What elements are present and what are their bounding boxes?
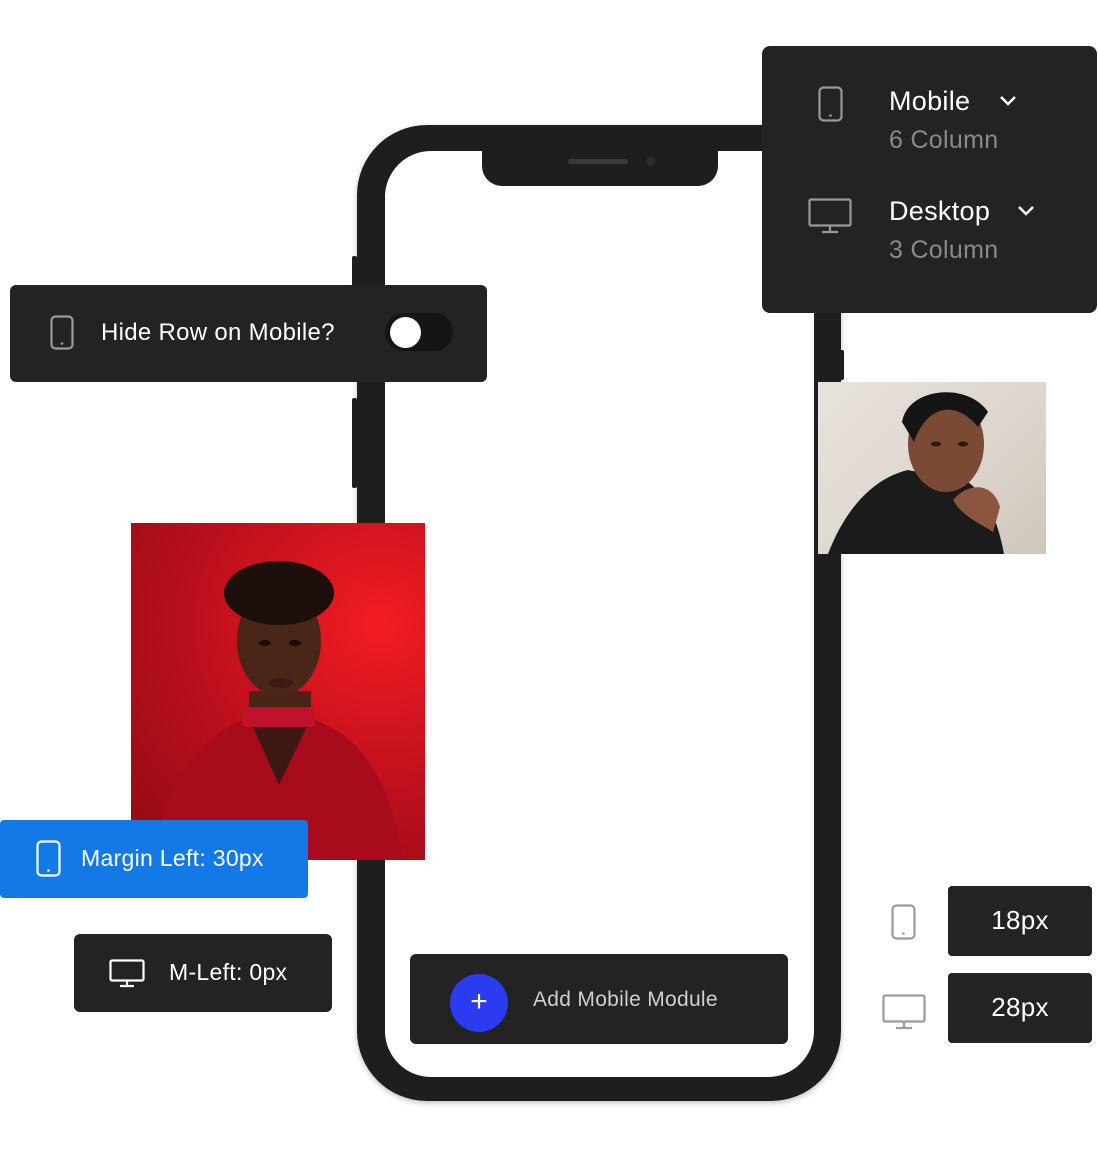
device-column-panel: Mobile 6 Column Desktop 3 Column [762,46,1097,313]
mobile-size-value: 18px [991,905,1049,935]
mobile-size-value-box[interactable]: 18px [948,886,1092,956]
mobile-margin-label: Margin Left: 30px [81,845,264,871]
hide-row-label: Hide Row on Mobile? [101,319,335,346]
desktop-margin-label: M-Left: 0px [169,959,288,985]
add-module-label: Add Mobile Module [533,988,718,1011]
mobile-column-count: 6 Column [889,126,999,154]
mobile-device-label: Mobile [889,86,971,116]
desktop-margin-setting[interactable]: M-Left: 0px [74,934,332,1012]
phone-speaker [568,159,628,164]
phone-power-button [839,350,844,380]
desktop-device-dropdown[interactable]: Desktop [889,196,1069,228]
portrait-photo-beige [818,382,1046,554]
phone-volume-button [352,398,357,488]
desktop-size-value-box[interactable]: 28px [948,973,1092,1043]
smartphone-icon [891,904,916,940]
portrait-photo-red [131,523,425,860]
chevron-down-icon [1017,205,1035,217]
mobile-margin-setting[interactable]: Margin Left: 30px [0,820,308,898]
hide-row-toggle[interactable] [385,313,453,351]
monitor-icon [882,994,926,1030]
add-module-button[interactable]: + [450,974,508,1032]
add-mobile-module-bar[interactable]: + Add Mobile Module [410,954,788,1044]
mobile-device-dropdown[interactable]: Mobile [889,86,1059,118]
smartphone-icon [818,86,843,122]
desktop-device-label: Desktop [889,196,991,226]
hide-row-panel: Hide Row on Mobile? [10,285,487,382]
desktop-column-count: 3 Column [889,236,999,264]
toggle-knob [390,317,421,348]
desktop-size-value: 28px [991,992,1049,1022]
smartphone-icon [36,840,61,877]
phone-notch [482,149,718,186]
phone-side-button [352,256,357,288]
smartphone-icon [50,315,74,350]
monitor-icon [808,198,852,234]
monitor-icon [109,959,145,988]
chevron-down-icon [999,95,1017,107]
phone-camera [646,157,655,166]
